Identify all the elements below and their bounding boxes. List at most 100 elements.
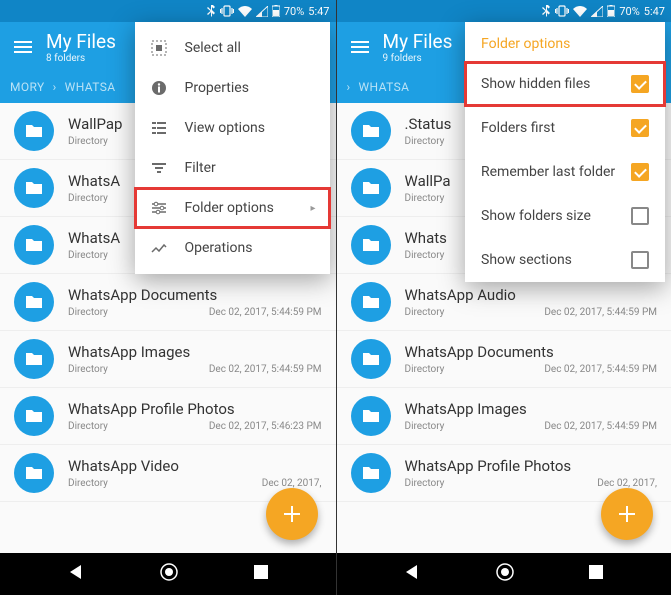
clock-time: 5:47 [644,5,665,18]
nav-back-icon[interactable] [67,563,85,585]
item-type: Directory [405,421,445,432]
list-item[interactable]: WhatsApp Audio Directory Dec 02, 2017, 5:4… [337,274,671,331]
nav-recents-icon[interactable] [253,564,269,584]
menu-select-all[interactable]: Select all [135,28,330,68]
battery-percent: 70% [619,5,639,18]
option-label: Show sections [481,252,572,268]
menu-label: Filter [185,160,316,176]
opt-remember-folder[interactable]: Remember last folder [465,150,665,194]
menu-view-options[interactable]: View options [135,108,330,148]
item-date: Dec 02, 2017, 5:44:59 PM [544,307,657,318]
menu-properties[interactable]: Properties [135,68,330,108]
vibrate-icon [555,5,569,17]
phone-left: 70% 5:47 My Files 8 folders MORY › WHATS… [0,0,336,595]
folder-icon [14,453,54,493]
hamburger-icon[interactable] [14,41,32,53]
chevron-right-icon: › [53,80,57,94]
nav-home-icon[interactable] [159,562,179,586]
folder-icon [14,111,54,151]
option-label: Show hidden files [481,76,590,92]
folder-icon [14,282,54,322]
nav-back-icon[interactable] [403,563,421,585]
checkbox-icon[interactable] [631,75,649,93]
item-name: WhatsApp Documents [68,286,322,304]
view-icon [149,120,169,136]
breadcrumb-seg: WHATSA [359,80,410,94]
item-name: WhatsApp Profile Photos [405,457,658,475]
bluetooth-icon [542,5,551,17]
option-label: Show folders size [481,208,591,224]
item-name: WhatsApp Audio [405,286,658,304]
item-type: Directory [68,421,108,432]
checkbox-icon[interactable] [631,207,649,225]
list-item[interactable]: WhatsApp ImagesDirectoryDec 02, 2017, 5:… [0,331,336,388]
item-type: Directory [405,478,445,489]
nav-recents-icon[interactable] [588,564,604,584]
list-item[interactable]: WhatsApp DocumentsDirectoryDec 02, 2017,… [337,331,671,388]
item-date: Dec 02, 2017, 5:44:59 PM [544,421,657,432]
item-type: Directory [68,307,108,318]
battery-icon [272,5,280,17]
app-title: My Files [46,30,116,53]
nav-bar [337,553,671,595]
item-date: Dec 02, 2017, 5:44:59 PM [209,307,322,318]
item-type: Directory [68,478,108,489]
info-icon [149,80,169,96]
nav-home-icon[interactable] [495,562,515,586]
select-all-icon [149,40,169,56]
item-name: WhatsApp Profile Photos [68,400,322,418]
bluetooth-icon [207,5,216,17]
item-type: Directory [405,193,445,204]
app-subtitle: 8 folders [46,53,116,64]
plus-icon [616,503,638,525]
phone-right: 70% 5:47 My Files 9 folders › WHATSA .St… [336,0,671,595]
item-type: Directory [405,250,445,261]
hamburger-icon[interactable] [351,41,369,53]
fab-add-button[interactable] [266,488,318,540]
vibrate-icon [220,5,234,17]
menu-operations[interactable]: Operations [135,228,330,268]
menu-filter[interactable]: Filter [135,148,330,188]
item-type: Directory [68,136,108,147]
folder-icon [14,225,54,265]
sliders-icon [149,200,169,216]
trend-icon [149,240,169,256]
status-bar: 70% 5:47 [337,0,671,22]
folder-icon [351,396,391,436]
checkbox-icon[interactable] [631,119,649,137]
item-name: WhatsApp Images [68,343,322,361]
opt-show-hidden[interactable]: Show hidden files [465,62,665,106]
option-label: Remember last folder [481,164,615,180]
opt-show-sections[interactable]: Show sections [465,238,665,282]
folder-icon [14,396,54,436]
signal-icon [256,6,268,17]
item-type: Directory [68,364,108,375]
list-item[interactable]: WhatsApp Profile PhotosDirectoryDec 02, … [0,388,336,445]
folder-options-title: Folder options [465,22,665,62]
battery-percent: 70% [284,5,304,18]
item-type: Directory [405,136,445,147]
folder-icon [351,453,391,493]
item-type: Directory [405,364,445,375]
item-name: WhatsApp Images [405,400,658,418]
chevron-right-icon: › [347,80,351,94]
fab-add-button[interactable] [601,488,653,540]
item-type: Directory [405,307,445,318]
clock-time: 5:47 [308,5,329,18]
plus-icon [281,503,303,525]
wifi-icon [573,6,587,17]
opt-folders-first[interactable]: Folders first [465,106,665,150]
checkbox-icon[interactable] [631,163,649,181]
folder-icon [351,339,391,379]
item-name: WhatsApp Video [68,457,322,475]
checkbox-icon[interactable] [631,251,649,269]
app-title: My Files [383,30,453,53]
list-item[interactable]: WhatsApp Images Directory Dec 02, 2017, 5:… [337,388,671,445]
menu-label: Operations [185,240,316,256]
breadcrumb-seg: WHATSA [65,80,116,94]
folder-icon [351,168,391,208]
menu-folder-options[interactable]: Folder options ▸ [135,188,330,228]
folder-icon [351,111,391,151]
opt-show-size[interactable]: Show folders size [465,194,665,238]
list-item[interactable]: WhatsApp Documents Directory Dec 02, 2017,… [0,274,336,331]
